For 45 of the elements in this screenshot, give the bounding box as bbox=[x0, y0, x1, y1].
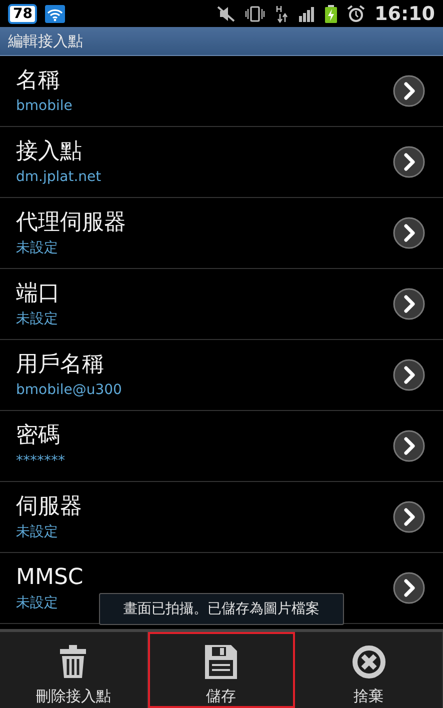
setting-label: 接入點 bbox=[16, 138, 83, 166]
chevron-right-icon bbox=[393, 146, 425, 178]
screen-title: 編輯接入點 bbox=[8, 32, 83, 50]
data-transfer-icon bbox=[274, 4, 289, 22]
setting-row[interactable]: 伺服器 未設定 bbox=[0, 482, 443, 553]
setting-value: ******* bbox=[16, 452, 65, 470]
notification-badge: 78 bbox=[8, 4, 38, 24]
setting-label: 伺服器 bbox=[16, 493, 82, 521]
setting-row[interactable]: 名稱 bmobile bbox=[0, 56, 443, 127]
trash-icon bbox=[58, 645, 88, 679]
chevron-right-icon bbox=[393, 359, 425, 391]
setting-label: 端口 bbox=[16, 280, 60, 308]
setting-row[interactable]: 代理伺服器 未設定 bbox=[0, 198, 443, 269]
chevron-right-icon bbox=[393, 572, 425, 604]
chevron-right-icon bbox=[393, 75, 425, 107]
setting-value: 未設定 bbox=[16, 310, 59, 328]
setting-value: bmobile bbox=[16, 97, 72, 115]
close-icon bbox=[352, 645, 386, 679]
setting-value: 未設定 bbox=[16, 239, 59, 257]
setting-label: 用戶名稱 bbox=[16, 351, 105, 379]
setting-label: 代理伺服器 bbox=[16, 209, 126, 237]
setting-value: 未設定 bbox=[16, 523, 59, 541]
setting-value: 未設定 bbox=[16, 594, 59, 612]
setting-label: MMSC bbox=[16, 564, 84, 592]
setting-value: bmobile@u300 bbox=[16, 381, 122, 399]
setting-value: dm.jplat.net bbox=[16, 168, 102, 186]
setting-row[interactable]: 用戶名稱 bmobile@u300 bbox=[0, 340, 443, 411]
setting-row[interactable]: 密碼 ******* bbox=[0, 411, 443, 482]
chevron-right-icon bbox=[393, 288, 425, 320]
wifi-icon bbox=[45, 4, 66, 22]
setting-label: 名稱 bbox=[16, 67, 61, 95]
setting-label: 密碼 bbox=[16, 422, 61, 450]
screenshot-toast: 畫面已拍攝。已儲存為圖片檔案 bbox=[99, 593, 344, 625]
signal-icon bbox=[298, 6, 315, 22]
chevron-right-icon bbox=[393, 217, 425, 249]
battery-charging-icon bbox=[324, 4, 337, 22]
vibrate-icon bbox=[244, 6, 265, 22]
alarm-icon bbox=[346, 4, 365, 22]
mute-icon bbox=[216, 6, 235, 22]
setting-row[interactable]: 接入點 dm.jplat.net bbox=[0, 127, 443, 198]
menu-button[interactable]: 儲存 bbox=[148, 632, 296, 708]
chevron-right-icon bbox=[393, 501, 425, 533]
chevron-right-icon bbox=[393, 430, 425, 462]
clock-time: 16:10 bbox=[374, 2, 435, 24]
setting-row[interactable]: 端口 未設定 bbox=[0, 269, 443, 340]
